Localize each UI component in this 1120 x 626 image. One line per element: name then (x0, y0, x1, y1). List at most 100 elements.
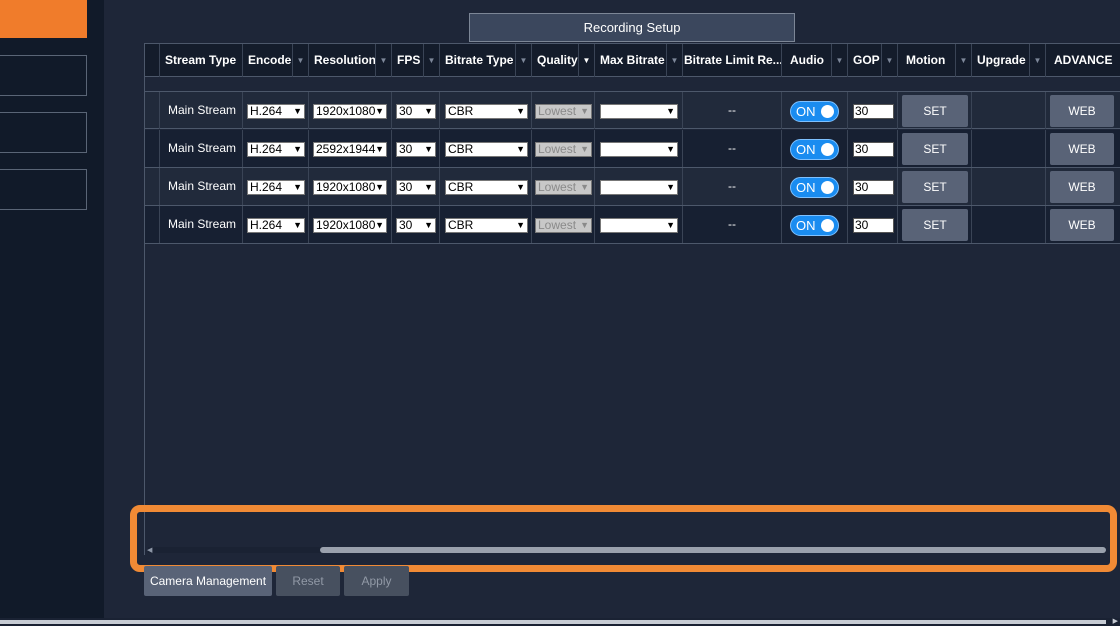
max-bitrate-select[interactable]: ▼ (600, 104, 678, 119)
motion-set-button[interactable]: SET (902, 171, 968, 203)
gop-input[interactable]: 30 (853, 180, 894, 195)
chevron-down-icon: ▼ (666, 106, 675, 116)
fps-select[interactable]: 30 ▼ (396, 218, 436, 233)
gop-input[interactable]: 30 (853, 104, 894, 119)
chevron-down-icon: ▼ (375, 220, 384, 230)
quality-select[interactable]: Lowest ▼ (535, 218, 592, 233)
chevron-down-icon[interactable]: ▼ (1029, 44, 1045, 77)
audio-toggle[interactable]: ON (790, 139, 839, 160)
chevron-down-icon: ▼ (424, 182, 433, 192)
audio-toggle[interactable]: ON (790, 177, 839, 198)
reset-button[interactable]: Reset (276, 566, 340, 596)
arrow-right-icon[interactable]: ▶ (1113, 617, 1118, 625)
sidebar-item-2[interactable] (0, 112, 87, 153)
chevron-down-icon[interactable]: ▼ (578, 44, 594, 77)
chevron-down-icon: ▼ (375, 144, 384, 154)
chevron-down-icon: ▼ (424, 106, 433, 116)
header-motion[interactable]: Motion ▼ (897, 44, 971, 77)
stream-type-cell: Main Stream (159, 206, 242, 243)
table-row: Main Stream H.264 ▼ 2592x1944 ▼ 30 ▼ CBR ▼ L… (145, 130, 1120, 168)
chevron-down-icon[interactable]: ▼ (292, 44, 308, 77)
chevron-down-icon: ▼ (580, 182, 589, 192)
table-row: Main Stream H.264 ▼ 1920x1080 ▼ 30 ▼ CBR ▼ L… (145, 206, 1120, 244)
highlight-box (130, 505, 1117, 572)
fps-select[interactable]: 30 ▼ (396, 180, 436, 195)
header-max-bitrate[interactable]: Max Bitrate ▼ (594, 44, 682, 77)
max-bitrate-select[interactable]: ▼ (600, 218, 678, 233)
audio-toggle[interactable]: ON (790, 215, 839, 236)
chevron-down-icon[interactable]: ▼ (955, 44, 971, 77)
fps-select[interactable]: 30 ▼ (396, 142, 436, 157)
max-bitrate-select[interactable]: ▼ (600, 180, 678, 195)
motion-set-button[interactable]: SET (902, 209, 968, 241)
bitrate-type-select[interactable]: CBR ▼ (445, 180, 528, 195)
chevron-down-icon[interactable]: ▼ (666, 44, 682, 77)
header-upgrade[interactable]: Upgrade ▼ (971, 44, 1045, 77)
chevron-down-icon: ▼ (666, 182, 675, 192)
chevron-down-icon: ▼ (516, 220, 525, 230)
audio-toggle[interactable]: ON (790, 101, 839, 122)
resolution-select[interactable]: 1920x1080 ▼ (313, 104, 387, 119)
advance-web-button[interactable]: WEB (1050, 209, 1114, 241)
header-audio[interactable]: Audio ▼ (781, 44, 847, 77)
motion-set-button[interactable]: SET (902, 133, 968, 165)
resolution-select[interactable]: 1920x1080 ▼ (313, 218, 387, 233)
header-bitrate-limit[interactable]: Bitrate Limit Re... (682, 44, 781, 77)
bitrate-limit-value: -- (682, 206, 781, 243)
header-encode[interactable]: Encode ▼ (242, 44, 308, 77)
table-header: Stream Type Encode ▼ Resolution ▼ FPS ▼ … (145, 44, 1120, 77)
chevron-down-icon: ▼ (666, 220, 675, 230)
quality-select[interactable]: Lowest ▼ (535, 104, 592, 119)
header-quality[interactable]: Quality ▼ (531, 44, 594, 77)
recording-table: Stream Type Encode ▼ Resolution ▼ FPS ▼ … (144, 43, 1120, 555)
chevron-down-icon[interactable]: ▼ (881, 44, 897, 77)
gop-input[interactable]: 30 (853, 142, 894, 157)
table-row: Main Stream H.264 ▼ 1920x1080 ▼ 30 ▼ CBR ▼ L… (145, 168, 1120, 206)
resolution-select[interactable]: 2592x1944 ▼ (313, 142, 387, 157)
encode-select[interactable]: H.264 ▼ (247, 142, 305, 157)
page-title: Recording Setup (469, 13, 795, 42)
chevron-down-icon: ▼ (375, 182, 384, 192)
sidebar-item-active[interactable] (0, 0, 87, 38)
encode-select[interactable]: H.264 ▼ (247, 104, 305, 119)
encode-select[interactable]: H.264 ▼ (247, 218, 305, 233)
quality-select[interactable]: Lowest ▼ (535, 180, 592, 195)
sidebar-item-3[interactable] (0, 169, 87, 210)
chevron-down-icon: ▼ (580, 106, 589, 116)
header-gop[interactable]: GOP ▼ (847, 44, 897, 77)
gop-input[interactable]: 30 (853, 218, 894, 233)
chevron-down-icon[interactable]: ▼ (515, 44, 531, 77)
max-bitrate-select[interactable]: ▼ (600, 142, 678, 157)
chevron-down-icon: ▼ (666, 144, 675, 154)
sidebar-item-1[interactable] (0, 55, 87, 96)
bitrate-limit-value: -- (682, 130, 781, 167)
chevron-down-icon[interactable]: ▼ (831, 44, 847, 77)
header-bitrate-type[interactable]: Bitrate Type ▼ (439, 44, 531, 77)
chevron-down-icon: ▼ (424, 144, 433, 154)
header-fps[interactable]: FPS ▼ (391, 44, 439, 77)
page-scrollbar[interactable]: ▶ (0, 618, 1120, 626)
quality-select[interactable]: Lowest ▼ (535, 142, 592, 157)
advance-web-button[interactable]: WEB (1050, 171, 1114, 203)
encode-select[interactable]: H.264 ▼ (247, 180, 305, 195)
table-row: Main Stream H.264 ▼ 1920x1080 ▼ 30 ▼ CBR ▼ L… (145, 91, 1120, 129)
header-resolution[interactable]: Resolution ▼ (308, 44, 391, 77)
advance-web-button[interactable]: WEB (1050, 133, 1114, 165)
chevron-down-icon[interactable]: ▼ (375, 44, 391, 77)
camera-management-button[interactable]: Camera Management (144, 566, 272, 596)
bitrate-type-select[interactable]: CBR ▼ (445, 142, 528, 157)
chevron-down-icon[interactable]: ▼ (423, 44, 439, 77)
apply-button[interactable]: Apply (344, 566, 409, 596)
resolution-select[interactable]: 1920x1080 ▼ (313, 180, 387, 195)
header-advance[interactable]: ADVANCE (1045, 44, 1120, 77)
bitrate-type-select[interactable]: CBR ▼ (445, 104, 528, 119)
page-scrollbar-thumb[interactable] (0, 620, 1106, 624)
upgrade-cell (971, 168, 1045, 205)
header-stream-type[interactable]: Stream Type (159, 44, 242, 77)
bitrate-type-select[interactable]: CBR ▼ (445, 218, 528, 233)
fps-select[interactable]: 30 ▼ (396, 104, 436, 119)
motion-set-button[interactable]: SET (902, 95, 968, 127)
chevron-down-icon: ▼ (375, 106, 384, 116)
advance-web-button[interactable]: WEB (1050, 95, 1114, 127)
upgrade-cell (971, 206, 1045, 243)
